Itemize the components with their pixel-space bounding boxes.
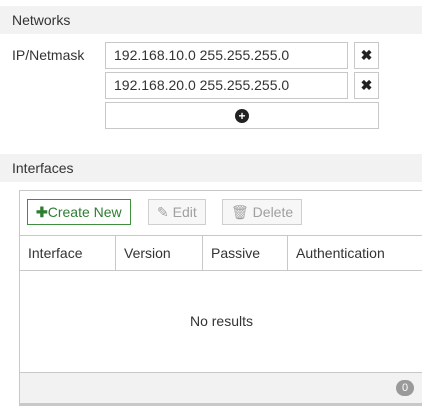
remove-entry-1-button[interactable]: ✖ xyxy=(354,42,379,69)
create-new-label: Create New xyxy=(47,204,122,220)
edit-button[interactable]: ✎ Edit xyxy=(148,199,206,225)
column-header-authentication[interactable]: Authentication xyxy=(288,236,422,270)
networks-title: Networks xyxy=(12,12,71,28)
close-icon: ✖ xyxy=(360,77,373,93)
interfaces-title: Interfaces xyxy=(12,160,74,176)
plus-circle-icon: + xyxy=(235,109,249,123)
close-icon: ✖ xyxy=(360,47,373,63)
column-header-interface[interactable]: Interface xyxy=(20,236,116,270)
delete-label: Delete xyxy=(252,204,294,220)
result-count-badge: 0 xyxy=(396,380,414,396)
interfaces-panel: ✚Create New ✎ Edit 🗑 Delete Interface Ve… xyxy=(19,190,422,404)
plus-icon: ✚ xyxy=(36,204,48,220)
add-entry-button[interactable]: + xyxy=(105,102,379,129)
empty-results-message: No results xyxy=(189,313,254,329)
delete-button[interactable]: 🗑 Delete xyxy=(222,199,303,225)
networks-section-header: Networks xyxy=(0,6,422,34)
create-new-button[interactable]: ✚Create New xyxy=(27,199,131,225)
edit-label: Edit xyxy=(172,204,197,220)
ip-netmask-input-1[interactable]: 192.168.10.0 255.255.255.0 xyxy=(105,42,348,69)
trash-icon: 🗑 xyxy=(231,204,249,220)
column-header-passive[interactable]: Passive xyxy=(203,236,288,270)
ip-netmask-input-2[interactable]: 192.168.20.0 255.255.255.0 xyxy=(105,72,348,99)
remove-entry-2-button[interactable]: ✖ xyxy=(354,72,379,99)
column-header-version[interactable]: Version xyxy=(116,236,203,270)
pencil-icon: ✎ xyxy=(157,204,169,220)
ip-netmask-label: IP/Netmask xyxy=(12,47,85,63)
table-footer: 0 xyxy=(20,372,422,403)
interfaces-section-header: Interfaces xyxy=(0,154,422,182)
bottom-border xyxy=(19,404,422,406)
table-header: Interface Version Passive Authentication xyxy=(20,235,422,271)
